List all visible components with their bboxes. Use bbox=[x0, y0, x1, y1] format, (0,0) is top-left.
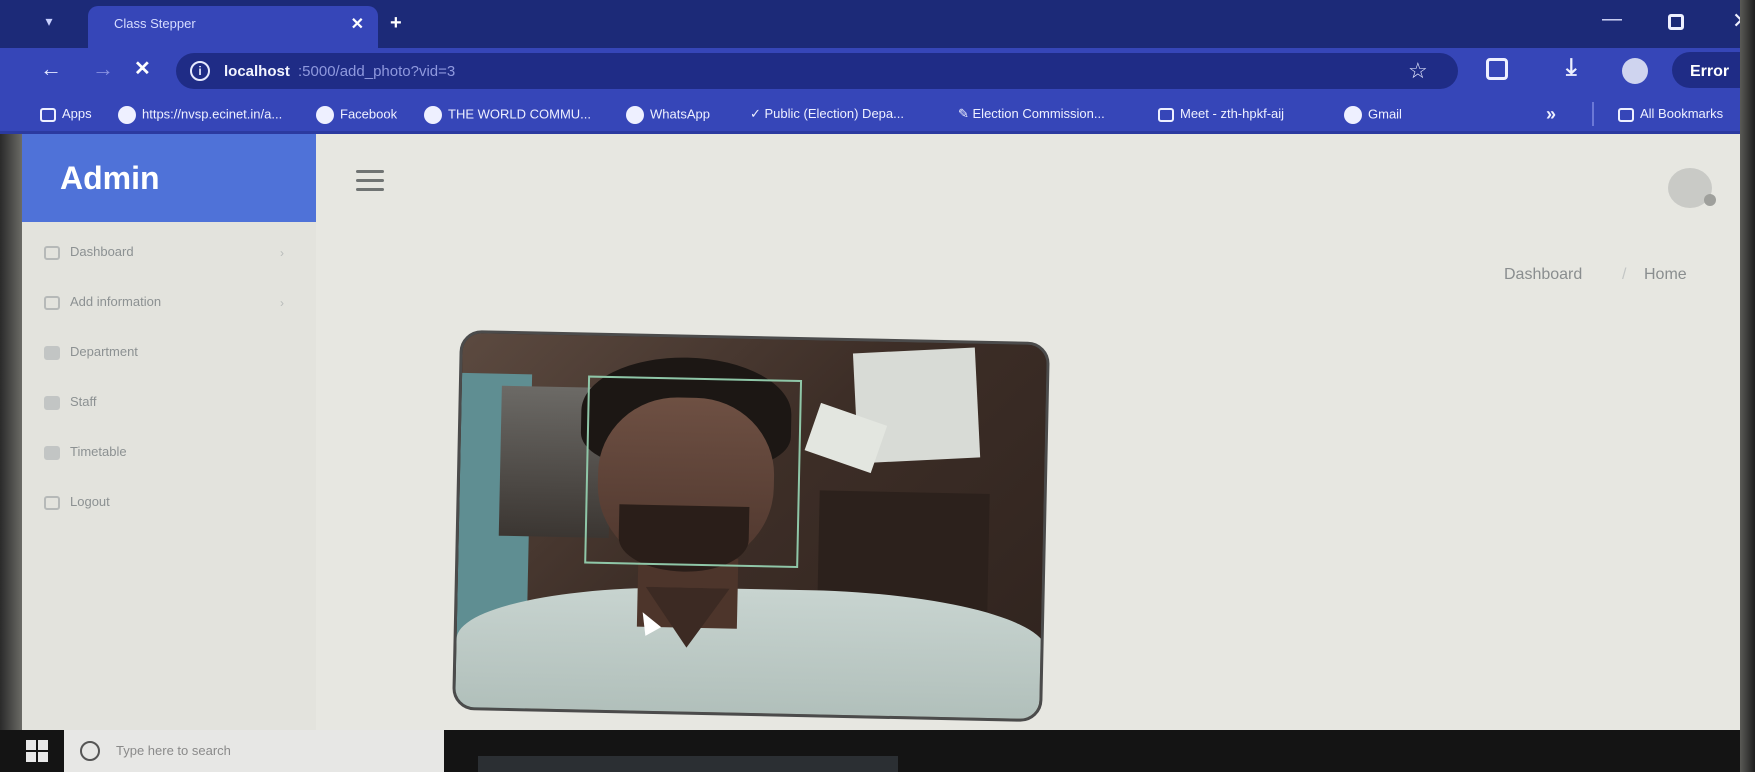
bookmark-gmail[interactable]: Gmail bbox=[1344, 106, 1402, 124]
sidebar-item-dashboard[interactable]: Dashboard bbox=[44, 244, 134, 260]
brand-title: Admin bbox=[22, 134, 316, 222]
table-icon bbox=[44, 395, 60, 410]
window-minimize-icon[interactable]: — bbox=[1602, 8, 1622, 31]
user-avatar[interactable] bbox=[1668, 168, 1716, 208]
pen-icon: ✎ bbox=[958, 106, 973, 121]
facebook-icon bbox=[316, 106, 334, 124]
breadcrumb-dashboard[interactable]: Dashboard bbox=[1504, 266, 1582, 284]
logout-icon bbox=[44, 495, 60, 510]
sidebar-item-add-information[interactable]: Add information bbox=[44, 294, 161, 310]
bookmarks-bar: Apps https://nvsp.ecinet.in/a... Faceboo… bbox=[0, 94, 1755, 134]
download-icon[interactable]: ⤓ bbox=[1566, 54, 1577, 82]
back-arrow-icon[interactable]: ← bbox=[40, 56, 62, 82]
more-bookmarks-chevron-icon[interactable]: » bbox=[1546, 104, 1556, 125]
all-bookmarks-button[interactable]: All Bookmarks bbox=[1618, 106, 1723, 122]
bookmark-public-election[interactable]: ✓ Public (Election) Depa... bbox=[750, 106, 904, 122]
globe-icon bbox=[424, 106, 442, 124]
chevron-right-icon: › bbox=[280, 246, 284, 260]
bookmark-nvsp[interactable]: https://nvsp.ecinet.in/a... bbox=[118, 106, 282, 124]
check-icon: ✓ bbox=[750, 106, 765, 121]
bookmark-meet[interactable]: Meet - zth-hpkf-aij bbox=[1158, 106, 1284, 122]
windows-start-icon[interactable] bbox=[26, 740, 48, 762]
bookmark-whatsapp[interactable]: WhatsApp bbox=[626, 106, 710, 124]
meet-icon bbox=[1158, 107, 1174, 122]
windows-taskbar: Type here to search bbox=[0, 730, 1755, 772]
face-detection-box bbox=[584, 375, 803, 568]
taskbar-app-window[interactable] bbox=[478, 756, 898, 772]
google-icon bbox=[1344, 106, 1362, 124]
bookmark-election-commission[interactable]: ✎ Election Commission... bbox=[958, 106, 1105, 122]
extensions-icon[interactable] bbox=[1486, 58, 1508, 80]
sidebar-item-logout[interactable]: Logout bbox=[44, 494, 110, 510]
forward-arrow-icon[interactable]: → bbox=[92, 56, 114, 82]
site-info-icon[interactable]: i bbox=[190, 61, 210, 81]
tab-search-chevron-icon[interactable]: ▾ bbox=[38, 10, 60, 32]
folder-icon bbox=[1618, 107, 1634, 122]
active-tab[interactable]: Class Stepper ✕ bbox=[88, 6, 378, 48]
bookmark-star-icon[interactable]: ☆ bbox=[1408, 58, 1428, 84]
profile-avatar-icon[interactable] bbox=[1622, 58, 1648, 84]
sidebar: Dashboard › Add information › Department… bbox=[22, 222, 316, 730]
breadcrumb-home: Home bbox=[1644, 266, 1687, 283]
tab-title: Class Stepper bbox=[114, 16, 196, 31]
url-host: localhost bbox=[224, 63, 290, 80]
address-bar[interactable]: i localhost :5000/add_photo?vid=3 ☆ bbox=[176, 53, 1458, 89]
stop-loading-icon[interactable]: ✕ bbox=[134, 56, 151, 81]
bookmark-apps[interactable]: Apps bbox=[40, 106, 92, 122]
search-icon bbox=[80, 741, 100, 761]
url-path: :5000/add_photo?vid=3 bbox=[298, 63, 456, 80]
window-restore-icon[interactable] bbox=[1668, 14, 1684, 30]
menu-toggle-hamburger-icon[interactable] bbox=[356, 170, 384, 192]
monitor-bezel-right bbox=[1740, 0, 1755, 772]
taskbar-search-placeholder: Type here to search bbox=[116, 743, 231, 758]
bookmark-facebook[interactable]: Facebook bbox=[316, 106, 397, 124]
dashboard-icon bbox=[44, 245, 60, 260]
table-icon bbox=[44, 445, 60, 460]
webcam-video-feed bbox=[452, 329, 1050, 723]
tab-close-icon[interactable]: ✕ bbox=[351, 14, 364, 34]
error-label: Error bbox=[1690, 63, 1730, 80]
breadcrumb-separator: / bbox=[1622, 266, 1627, 283]
edit-icon bbox=[44, 295, 60, 310]
sidebar-item-timetable[interactable]: Timetable bbox=[44, 444, 127, 460]
admin-page: Admin Dashboard › Add information › Depa… bbox=[0, 134, 1755, 730]
taskbar-search-box[interactable]: Type here to search bbox=[64, 730, 444, 772]
tab-strip: ▾ Class Stepper ✕ + — ✕ bbox=[0, 0, 1755, 48]
bookmarks-divider bbox=[1592, 102, 1594, 126]
sidebar-item-department[interactable]: Department bbox=[44, 344, 138, 360]
globe-icon bbox=[118, 106, 136, 124]
whatsapp-icon bbox=[626, 106, 644, 124]
table-icon bbox=[44, 345, 60, 360]
sidebar-item-staff[interactable]: Staff bbox=[44, 394, 97, 410]
screen: ▾ Class Stepper ✕ + — ✕ ← → ✕ i localhos… bbox=[0, 0, 1755, 772]
bookmark-world-community[interactable]: THE WORLD COMMU... bbox=[424, 106, 591, 124]
apps-grid-icon bbox=[40, 107, 56, 122]
monitor-bezel-left bbox=[0, 134, 22, 730]
chevron-right-icon: › bbox=[280, 296, 284, 310]
new-tab-plus-icon[interactable]: + bbox=[390, 12, 402, 35]
